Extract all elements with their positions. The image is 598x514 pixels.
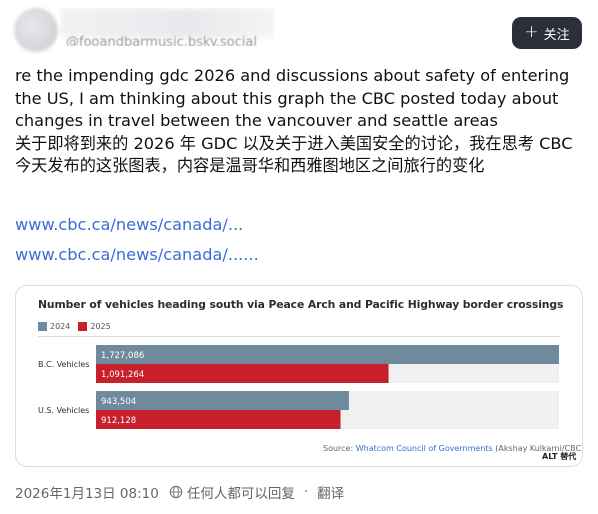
follow-label: 关注 — [543, 27, 570, 43]
post-link-2[interactable]: www.cbc.ca/news/canada/...... — [15, 245, 259, 264]
post-timestamp[interactable]: 2026年1月13日 08:10 — [15, 482, 159, 502]
chart-legend: 2024 2025 — [38, 322, 111, 331]
data-label-b-c-vehicles-2024: 1,727,086 — [101, 351, 144, 361]
legend-item-2024: 2024 — [38, 322, 70, 331]
blurred-display-name — [60, 8, 275, 38]
separator-dot: · — [303, 484, 309, 500]
avatar[interactable] — [14, 8, 58, 52]
category-label-b-c-vehicles: B.C. Vehicles — [38, 360, 89, 369]
bar-chart: B.C. Vehicles 1,727,086 1,091,264 U.S. Vehi… — [38, 345, 559, 429]
follow-button[interactable]: + 关注 — [512, 17, 582, 49]
reply-visibility: 任何人都可以回复 — [186, 486, 295, 502]
data-label-u-s-vehicles-2025: 912,128 — [101, 416, 136, 426]
legend-label-2024: 2024 — [50, 322, 71, 331]
author-name-blurred[interactable]: @fooandbarmusic.bsky.social — [60, 8, 275, 46]
chart-title: Number of vehicles heading south via Pea… — [38, 298, 564, 311]
author-handle[interactable]: @fooandbarmusic.bsky.social — [66, 35, 257, 46]
legend-label-2025: 2025 — [90, 322, 111, 331]
legend-item-2025: 2025 — [78, 322, 111, 331]
plus-icon: + — [524, 22, 539, 42]
legend-swatch-2025 — [78, 322, 88, 331]
translate-link[interactable]: 翻译 — [317, 482, 344, 502]
source-org: Whatcom Council of Governments — [355, 444, 493, 453]
post-text: re the impending gdc 2026 and discussion… — [15, 65, 585, 178]
embedded-image-card[interactable]: Number of vehicles heading south via Pea… — [15, 285, 583, 467]
post-header: @fooandbarmusic.bsky.social + 关注 — [0, 0, 598, 56]
globe-icon — [169, 485, 183, 499]
bar-b-c-vehicles-2024 — [96, 345, 559, 364]
alt-text-badge[interactable]: ALT 替代 — [540, 451, 579, 462]
data-label-u-s-vehicles-2024: 943,504 — [101, 397, 136, 407]
post-footer: 2026年1月13日 08:10 任何人都可以回复 · 翻译 — [15, 482, 344, 502]
post-text-chinese: 关于即将到来的 2026 年 GDC 以及关于进入美国安全的讨论，我在思考 CB… — [15, 133, 573, 176]
category-label-u-s-vehicles: U.S. Vehicles — [38, 406, 89, 415]
source-prefix: Source: — [323, 444, 356, 453]
post-link-1[interactable]: www.cbc.ca/news/canada/... — [15, 215, 243, 234]
post-text-english: re the impending gdc 2026 and discussion… — [15, 66, 570, 130]
data-label-b-c-vehicles-2025: 1,091,264 — [101, 370, 144, 380]
legend-swatch-2024 — [38, 322, 47, 331]
